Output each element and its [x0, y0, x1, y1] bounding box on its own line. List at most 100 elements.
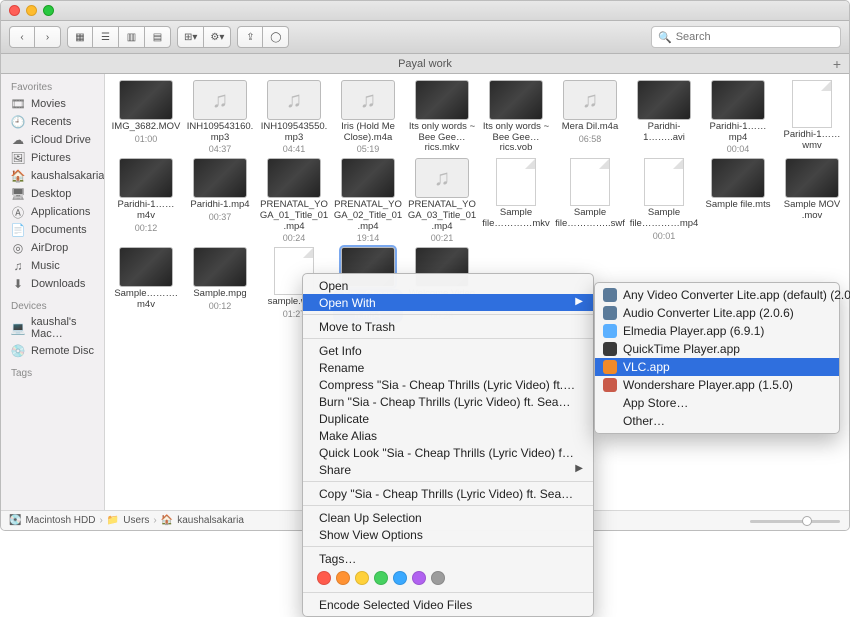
path-crumb[interactable]: 💽Macintosh HDD [9, 515, 95, 526]
ctx-share[interactable]: Share▶ [303, 461, 593, 478]
tag-color-dot[interactable] [393, 571, 407, 585]
sidebar-item-remote-disc[interactable]: 💿Remote Disc [1, 342, 104, 360]
ctx-get-info[interactable]: Get Info [303, 342, 593, 359]
sidebar-item-desktop[interactable]: 🖥Desktop [1, 185, 104, 203]
tab-title[interactable]: Payal work [398, 58, 452, 70]
search-input[interactable] [676, 31, 834, 43]
forward-button[interactable]: › [35, 26, 61, 48]
sidebar-item-documents[interactable]: 📄Documents [1, 221, 104, 239]
file-item[interactable]: Paridhi-1……..avi [628, 80, 700, 154]
column-view-button[interactable]: ▥ [119, 26, 145, 48]
file-item[interactable]: INH109543160.mp304:37 [184, 80, 256, 154]
ctx-cleanup[interactable]: Clean Up Selection [303, 509, 593, 526]
file-item[interactable]: Sample……….m4v [110, 247, 182, 323]
file-name: INH109543550.mp3 [259, 122, 329, 143]
sidebar-item-downloads[interactable]: ⬇︎Downloads [1, 275, 104, 293]
ctx-move-trash[interactable]: Move to Trash [303, 318, 593, 335]
ctx-compress[interactable]: Compress "Sia - Cheap Thrills (Lyric Vid… [303, 376, 593, 393]
path-crumb[interactable]: 📁Users [107, 515, 150, 526]
sidebar-item-airdrop[interactable]: ◎AirDrop [1, 239, 104, 257]
sidebar-item-applications[interactable]: ⒶApplications [1, 203, 104, 221]
file-item[interactable]: INH109543550.mp304:41 [258, 80, 330, 154]
file-item[interactable]: Mera Dil.m4a06:58 [554, 80, 626, 154]
file-item[interactable]: Paridhi-1……wmv [776, 80, 848, 154]
submenu-app[interactable]: Wondershare Player.app (1.5.0) [595, 376, 839, 394]
icon-view-button[interactable]: ▦ [67, 26, 93, 48]
file-duration: 19:14 [357, 233, 380, 243]
tag-color-dot[interactable] [374, 571, 388, 585]
submenu-app[interactable]: QuickTime Player.app [595, 340, 839, 358]
file-thumbnail [193, 158, 247, 198]
file-name: Mera Dil.m4a [562, 122, 619, 133]
file-item[interactable]: Iris (Hold Me Close).m4a05:19 [332, 80, 404, 154]
share-button[interactable]: ⇪ [237, 26, 263, 48]
file-item[interactable]: PRENATAL_YOGA_01_Title_01.mp400:24 [258, 158, 330, 243]
file-item[interactable]: IMG_3682.MOV01:00 [110, 80, 182, 154]
ctx-quick-look[interactable]: Quick Look "Sia - Cheap Thrills (Lyric V… [303, 444, 593, 461]
list-view-button[interactable]: ☰ [93, 26, 119, 48]
ctx-encode[interactable]: Encode Selected Video Files [303, 596, 593, 613]
search-field[interactable]: 🔍 [651, 26, 841, 48]
file-item[interactable]: Paridhi-1……mp400:04 [702, 80, 774, 154]
tag-color-dot[interactable] [412, 571, 426, 585]
sidebar-item-kaushalsakaria[interactable]: 🏠kaushalsakaria [1, 167, 104, 185]
file-item[interactable]: PRENATAL_YOGA_02_Title_01.mp419:14 [332, 158, 404, 243]
file-item[interactable]: Paridhi-1.mp400:37 [184, 158, 256, 243]
list-icon: ☰ [101, 32, 110, 43]
ctx-burn[interactable]: Burn "Sia - Cheap Thrills (Lyric Video) … [303, 393, 593, 410]
ctx-rename[interactable]: Rename [303, 359, 593, 376]
back-button[interactable]: ‹ [9, 26, 35, 48]
icon-size-slider[interactable] [750, 514, 840, 528]
sidebar-item-label: Desktop [31, 188, 71, 200]
sidebar-item-kaushal-s-mac-[interactable]: 💻kaushal's Mac… [1, 314, 104, 342]
path-crumb[interactable]: 🏠kaushalsakaria [161, 515, 244, 526]
file-item[interactable]: Sample file…………mkv [480, 158, 552, 243]
submenu-app[interactable]: Any Video Converter Lite.app (default) (… [595, 286, 839, 304]
new-tab-button[interactable]: + [829, 56, 845, 72]
close-window-button[interactable] [9, 5, 20, 16]
sidebar-item-pictures[interactable]: 🖼Pictures [1, 149, 104, 167]
file-name: IMG_3682.MOV [112, 122, 181, 133]
arrange-dropdown[interactable]: ⊞▾ [177, 26, 204, 48]
tag-color-dot[interactable] [431, 571, 445, 585]
file-name: Sample MOV .mov [777, 200, 847, 221]
sidebar-item-label: Music [31, 260, 60, 272]
submenu-app-store[interactable]: App Store… [595, 394, 839, 412]
file-item[interactable]: Sample file…………..swf [554, 158, 626, 243]
submenu-app[interactable]: Audio Converter Lite.app (2.0.6) [595, 304, 839, 322]
file-item[interactable]: PRENATAL_YOGA_03_Title_01.mp400:21 [406, 158, 478, 243]
action-dropdown[interactable]: ⚙▾ [204, 26, 231, 48]
tag-color-dot[interactable] [336, 571, 350, 585]
file-item[interactable]: Sample MOV .mov [776, 158, 848, 243]
submenu-app[interactable]: VLC.app [595, 358, 839, 376]
ctx-copy[interactable]: Copy "Sia - Cheap Thrills (Lyric Video) … [303, 485, 593, 502]
tags-button[interactable]: ◯ [263, 26, 289, 48]
tag-color-dot[interactable] [355, 571, 369, 585]
ctx-open[interactable]: Open [303, 277, 593, 294]
ctx-tag-colors [303, 567, 593, 589]
submenu-other[interactable]: Other… [595, 412, 839, 430]
file-thumbnail [119, 247, 173, 287]
file-item[interactable]: Its only words ~ Bee Gee…rics.mkv [406, 80, 478, 154]
ctx-show-view[interactable]: Show View Options [303, 526, 593, 543]
file-duration: 01:00 [135, 134, 158, 144]
ctx-duplicate[interactable]: Duplicate [303, 410, 593, 427]
home-icon: 🏠 [161, 515, 173, 526]
sidebar-item-recents[interactable]: 🕘Recents [1, 113, 104, 131]
file-duration: 00:04 [727, 144, 750, 154]
file-item[interactable]: Sample file…………mp400:01 [628, 158, 700, 243]
minimize-window-button[interactable] [26, 5, 37, 16]
file-item[interactable]: Paridhi-1……m4v00:12 [110, 158, 182, 243]
sidebar-item-icloud-drive[interactable]: ☁︎iCloud Drive [1, 131, 104, 149]
sidebar-item-movies[interactable]: 🎞Movies [1, 95, 104, 113]
file-item[interactable]: Sample file.mts [702, 158, 774, 243]
file-item[interactable]: Its only words ~ Bee Gee…rics.vob [480, 80, 552, 154]
tag-color-dot[interactable] [317, 571, 331, 585]
sidebar-item-music[interactable]: ♫Music [1, 257, 104, 275]
ctx-open-with[interactable]: Open With▶ [303, 294, 593, 311]
gallery-view-button[interactable]: ▤ [145, 26, 171, 48]
ctx-make-alias[interactable]: Make Alias [303, 427, 593, 444]
file-item[interactable]: Sample.mpg00:12 [184, 247, 256, 323]
zoom-window-button[interactable] [43, 5, 54, 16]
submenu-app[interactable]: Elmedia Player.app (6.9.1) [595, 322, 839, 340]
